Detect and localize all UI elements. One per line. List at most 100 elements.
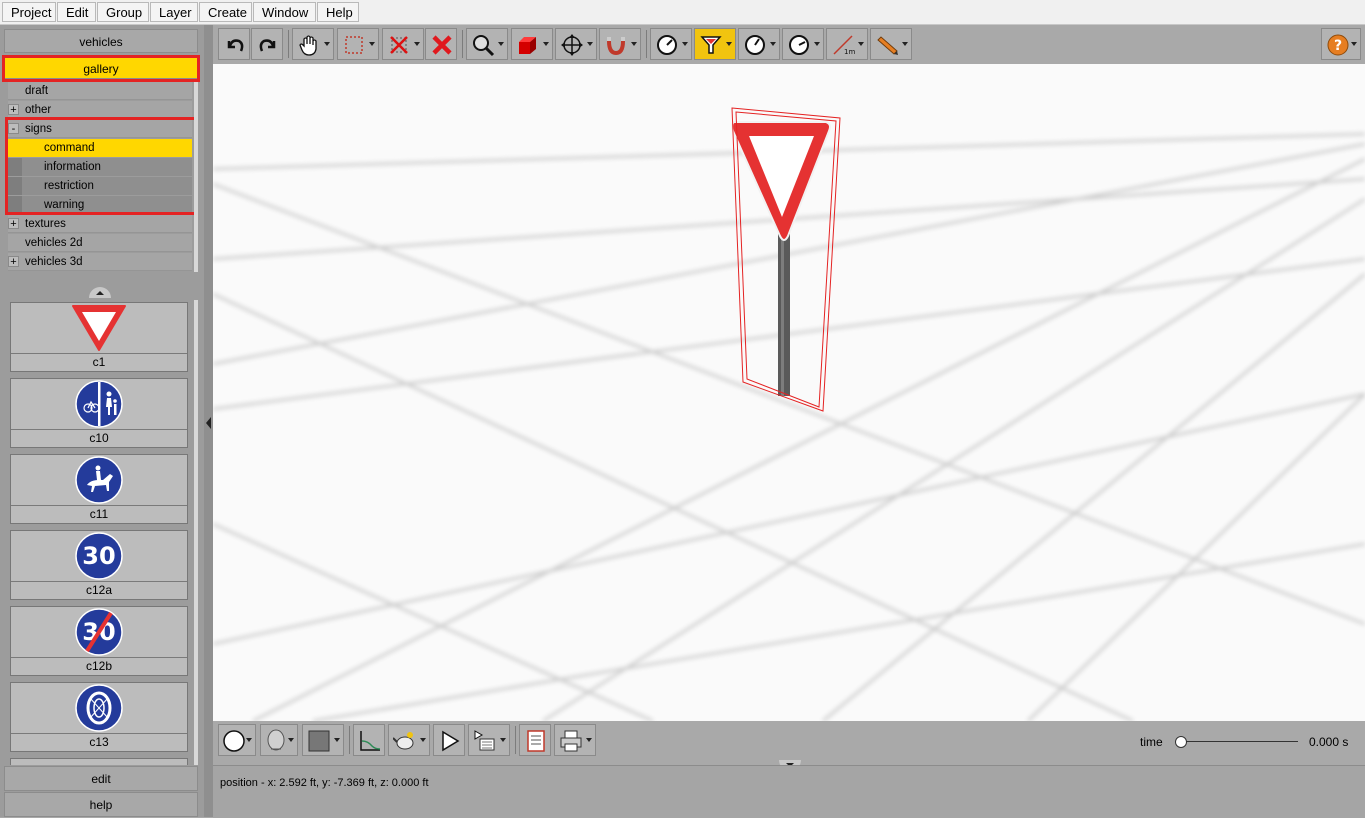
redo-button[interactable] bbox=[251, 28, 283, 60]
zoom-tool-button[interactable] bbox=[466, 28, 508, 60]
ruler-label: 1m bbox=[844, 48, 855, 56]
collapse-icon[interactable]: - bbox=[8, 123, 19, 135]
ruler-button[interactable]: 1m bbox=[826, 28, 868, 60]
tree-item-label: other bbox=[25, 104, 52, 116]
selected-sign-object[interactable] bbox=[731, 107, 841, 412]
end-minimum-speed-sign-icon: 30 bbox=[75, 608, 123, 656]
menu-help[interactable]: Help bbox=[317, 2, 359, 22]
delete-selection-icon bbox=[390, 36, 408, 54]
menu-project[interactable]: Project bbox=[2, 2, 56, 22]
bicycle-pedestrian-sign-icon bbox=[75, 380, 123, 428]
time-value: 0.000 s bbox=[1309, 735, 1349, 749]
svg-text:?: ? bbox=[1334, 38, 1342, 54]
graph-icon bbox=[360, 731, 381, 751]
printer-icon bbox=[560, 730, 582, 752]
select-rectangle-icon bbox=[345, 36, 363, 54]
delete-selection-button[interactable] bbox=[382, 28, 424, 60]
report-button[interactable] bbox=[519, 724, 551, 756]
avatar-button[interactable] bbox=[260, 724, 298, 756]
delete-icon bbox=[432, 35, 452, 55]
menu-window[interactable]: Window bbox=[253, 2, 316, 22]
filter-icon bbox=[700, 36, 722, 54]
gallery-tile-c11[interactable]: c11 bbox=[10, 454, 188, 524]
3d-viewport[interactable] bbox=[213, 64, 1365, 721]
animation-button[interactable] bbox=[388, 724, 430, 756]
tile-caption: c10 bbox=[89, 431, 109, 445]
playlist-icon bbox=[474, 730, 495, 751]
measure-button[interactable] bbox=[650, 28, 692, 60]
tree-item-textures[interactable]: + textures bbox=[8, 215, 192, 233]
help-menu-button[interactable]: ? bbox=[1321, 28, 1361, 60]
teapot-icon bbox=[393, 732, 414, 750]
ruler-1m-icon: 1m bbox=[833, 35, 855, 56]
edit-button[interactable]: edit bbox=[4, 766, 198, 791]
position-readout: position - x: 2.592 ft, y: -7.369 ft, z:… bbox=[220, 777, 429, 789]
pan-hand-icon bbox=[299, 35, 317, 56]
filter-button[interactable] bbox=[694, 28, 736, 60]
select-tool-button[interactable] bbox=[337, 28, 379, 60]
vehicles-button[interactable]: vehicles bbox=[4, 29, 198, 53]
gallery-button[interactable]: gallery bbox=[4, 57, 198, 79]
gallery-tile-c13[interactable]: c13 bbox=[10, 682, 188, 752]
gallery-scrollbar[interactable] bbox=[194, 300, 198, 765]
graph-button[interactable] bbox=[353, 724, 385, 756]
print-button[interactable] bbox=[554, 724, 596, 756]
tree-item-signs[interactable]: - signs bbox=[8, 120, 192, 138]
3d-view-button[interactable] bbox=[511, 28, 553, 60]
gallery-tile-next[interactable] bbox=[10, 758, 188, 765]
gauge-alt-button[interactable] bbox=[782, 28, 824, 60]
gallery-tile-c12a[interactable]: 30 c12a bbox=[10, 530, 188, 600]
chevron-up-icon bbox=[96, 291, 104, 295]
snap-button[interactable] bbox=[599, 28, 641, 60]
ground-grid bbox=[213, 107, 1365, 721]
tree-item-vehicles-2d[interactable]: vehicles 2d bbox=[8, 234, 192, 252]
menu-group[interactable]: Group bbox=[97, 2, 149, 22]
tree-item-information[interactable]: information bbox=[8, 158, 192, 176]
menu-create[interactable]: Create bbox=[199, 2, 252, 22]
minimum-speed-sign-icon: 30 bbox=[75, 532, 123, 580]
tree-scrollbar[interactable] bbox=[194, 82, 198, 272]
move-tool-button[interactable] bbox=[555, 28, 597, 60]
draw-button[interactable] bbox=[870, 28, 912, 60]
gallery-tile-c10[interactable]: c10 bbox=[10, 378, 188, 448]
shape-button[interactable] bbox=[218, 724, 256, 756]
time-slider-knob[interactable] bbox=[1175, 736, 1187, 748]
pan-tool-button[interactable] bbox=[292, 28, 334, 60]
tree-item-draft[interactable]: draft bbox=[8, 82, 192, 100]
panel-splitter[interactable] bbox=[204, 25, 213, 817]
tree-item-label: warning bbox=[44, 199, 85, 211]
gallery-tile-c12b[interactable]: 30 c12b bbox=[10, 606, 188, 676]
tile-caption: c1 bbox=[92, 355, 106, 369]
help-button[interactable]: help bbox=[4, 792, 198, 817]
play-button[interactable] bbox=[433, 724, 465, 756]
tree-item-restriction[interactable]: restriction bbox=[8, 177, 192, 195]
time-slider[interactable] bbox=[1178, 741, 1298, 742]
menu-edit[interactable]: Edit bbox=[57, 2, 96, 22]
gauge-button[interactable] bbox=[738, 28, 780, 60]
tile-caption: c12b bbox=[85, 659, 113, 673]
undo-button[interactable] bbox=[218, 28, 250, 60]
tree-item-label: information bbox=[44, 161, 101, 173]
gallery-tile-c1[interactable]: c1 bbox=[10, 302, 188, 372]
collapse-tree-handle[interactable] bbox=[89, 287, 111, 298]
delete-button[interactable] bbox=[425, 28, 457, 60]
menu-layer[interactable]: Layer bbox=[150, 2, 198, 22]
tree-item-warning[interactable]: warning bbox=[8, 196, 192, 214]
expand-icon[interactable]: + bbox=[8, 218, 19, 230]
main-toolbar: 1m ? bbox=[213, 25, 1365, 64]
head-icon bbox=[267, 729, 285, 751]
tree-item-other[interactable]: + other bbox=[8, 101, 192, 119]
report-icon bbox=[527, 730, 545, 752]
menubar: Project Edit Group Layer Create Window H… bbox=[0, 0, 1365, 25]
gauge-alt-icon bbox=[789, 35, 809, 55]
playlist-button[interactable] bbox=[468, 724, 510, 756]
redo-icon bbox=[259, 39, 276, 52]
tree-item-command[interactable]: command bbox=[8, 139, 192, 157]
tree-item-label: textures bbox=[25, 218, 66, 230]
expand-icon[interactable]: + bbox=[8, 104, 19, 116]
tree-item-vehicles-3d[interactable]: + vehicles 3d bbox=[8, 253, 192, 271]
status-panel: position - x: 2.592 ft, y: -7.369 ft, z:… bbox=[213, 765, 1365, 818]
tree-item-label: signs bbox=[25, 123, 52, 135]
color-button[interactable] bbox=[302, 724, 344, 756]
expand-icon[interactable]: + bbox=[8, 256, 19, 268]
